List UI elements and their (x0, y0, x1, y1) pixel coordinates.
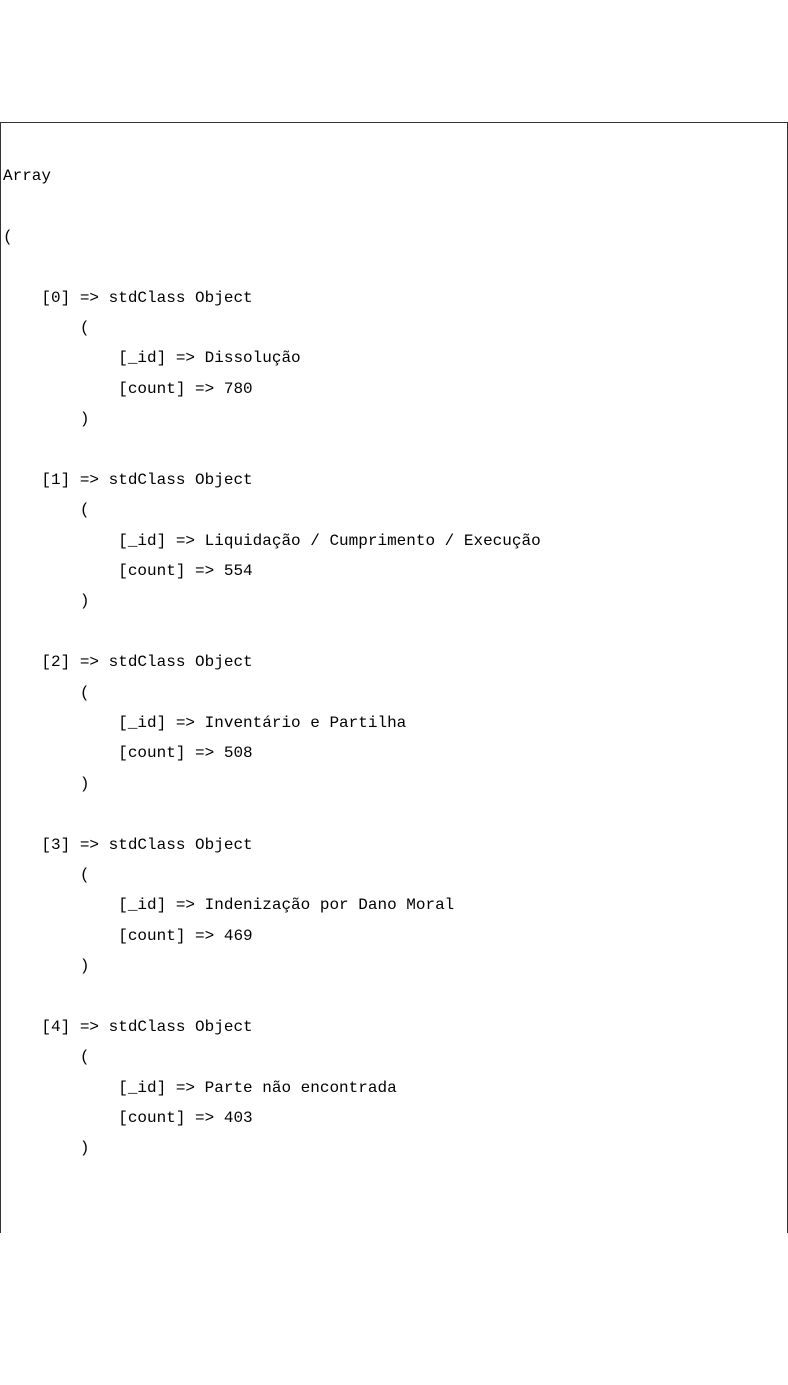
object-open-paren: ( (3, 860, 785, 890)
object-open-paren: ( (3, 678, 785, 708)
object-close-paren: ) (3, 951, 785, 981)
object-id-line: [_id] => Inventário e Partilha (3, 708, 785, 738)
object-close-paren: ) (3, 404, 785, 434)
object-count-line: [count] => 508 (3, 738, 785, 768)
object-id-line: [_id] => Liquidação / Cumprimento / Exec… (3, 526, 785, 556)
object-open-paren: ( (3, 313, 785, 343)
object-open-paren: ( (3, 1042, 785, 1072)
object-open-paren: ( (3, 495, 785, 525)
blank-line (3, 434, 785, 464)
blank-line (3, 617, 785, 647)
object-id-line: [_id] => Parte não encontrada (3, 1073, 785, 1103)
blank-line (3, 1164, 785, 1194)
object-close-paren: ) (3, 1133, 785, 1163)
object-count-line: [count] => 780 (3, 374, 785, 404)
array-index-line: [2] => stdClass Object (3, 647, 785, 677)
object-close-paren: ) (3, 586, 785, 616)
open-paren: ( (3, 222, 785, 252)
blank-line (3, 799, 785, 829)
object-count-line: [count] => 403 (3, 1103, 785, 1133)
array-index-line: [1] => stdClass Object (3, 465, 785, 495)
array-index-line: [0] => stdClass Object (3, 283, 785, 313)
object-count-line: [count] => 469 (3, 921, 785, 951)
object-id-line: [_id] => Indenização por Dano Moral (3, 890, 785, 920)
object-close-paren: ) (3, 769, 785, 799)
object-count-line: [count] => 554 (3, 556, 785, 586)
blank-line (3, 982, 785, 1012)
object-id-line: [_id] => Dissolução (3, 343, 785, 373)
array-index-line: [4] => stdClass Object (3, 1012, 785, 1042)
array-items: [0] => stdClass Object([_id] => Dissoluç… (3, 283, 785, 1195)
array-label: Array (3, 161, 785, 191)
array-index-line: [3] => stdClass Object (3, 830, 785, 860)
code-output-box: Array ( [0] => stdClass Object([_id] => … (0, 122, 788, 1233)
